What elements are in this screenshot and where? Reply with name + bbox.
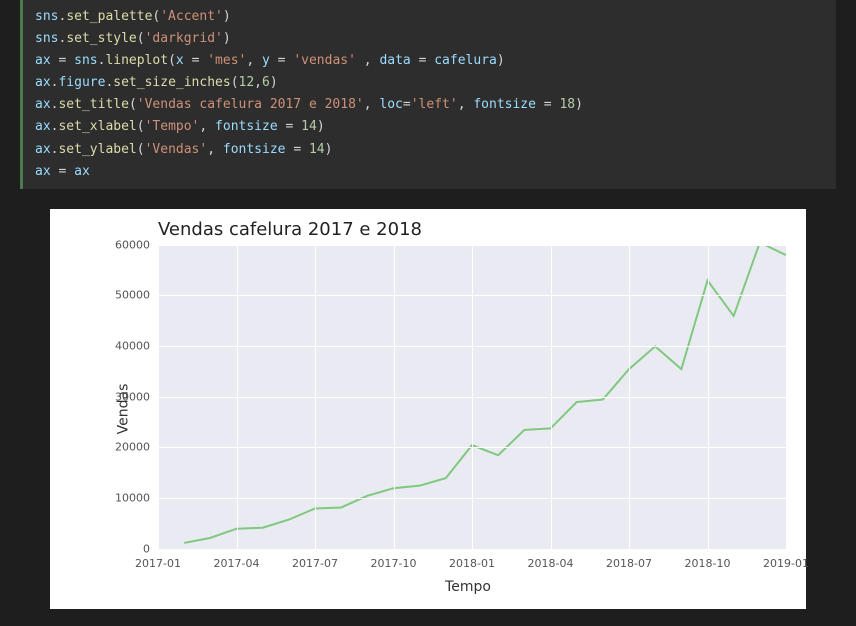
code-line: sns.set_style('darkgrid') <box>35 28 824 50</box>
code-line: ax = ax <box>35 161 824 183</box>
code-line: ax.figure.set_size_inches(12,6) <box>35 72 824 94</box>
chart-title: Vendas cafelura 2017 e 2018 <box>158 219 422 240</box>
xtick-label: 2018-07 <box>606 557 652 570</box>
xtick-label: 2017-04 <box>214 557 260 570</box>
x-axis-label: Tempo <box>445 579 491 595</box>
ytick-label: 50000 <box>100 289 150 302</box>
grid-line-vertical <box>708 245 709 549</box>
code-line: ax = sns.lineplot(x = 'mes', y = 'vendas… <box>35 50 824 72</box>
code-line: sns.set_palette('Accent') <box>35 6 824 28</box>
ytick-label: 30000 <box>100 390 150 403</box>
grid-line-vertical <box>472 245 473 549</box>
code-line: ax.set_ylabel('Vendas', fontsize = 14) <box>35 139 824 161</box>
ytick-label: 10000 <box>100 492 150 505</box>
ytick-label: 60000 <box>100 238 150 251</box>
xtick-label: 2017-01 <box>135 557 181 570</box>
xtick-label: 2017-10 <box>371 557 417 570</box>
code-line: ax.set_title('Vendas cafelura 2017 e 201… <box>35 94 824 116</box>
grid-line-vertical <box>394 245 395 549</box>
grid-line-vertical <box>786 245 787 549</box>
grid-line-vertical <box>629 245 630 549</box>
grid-line-vertical <box>237 245 238 549</box>
ytick-label: 40000 <box>100 340 150 353</box>
xtick-label: 2019-01 <box>763 557 809 570</box>
grid-line-vertical <box>158 245 159 549</box>
grid-line-horizontal <box>158 549 786 550</box>
grid-line-vertical <box>315 245 316 549</box>
plot-area <box>158 245 786 549</box>
xtick-label: 2018-01 <box>449 557 495 570</box>
xtick-label: 2017-07 <box>292 557 338 570</box>
chart-output: Vendas cafelura 2017 e 2018 Vendas Tempo… <box>50 209 806 609</box>
xtick-label: 2018-04 <box>528 557 574 570</box>
grid-line-vertical <box>551 245 552 549</box>
code-line: ax.set_xlabel('Tempo', fontsize = 14) <box>35 116 824 138</box>
ytick-label: 20000 <box>100 441 150 454</box>
ytick-label: 0 <box>100 542 150 555</box>
code-cell[interactable]: sns.set_palette('Accent') sns.set_style(… <box>20 0 836 189</box>
xtick-label: 2018-10 <box>685 557 731 570</box>
